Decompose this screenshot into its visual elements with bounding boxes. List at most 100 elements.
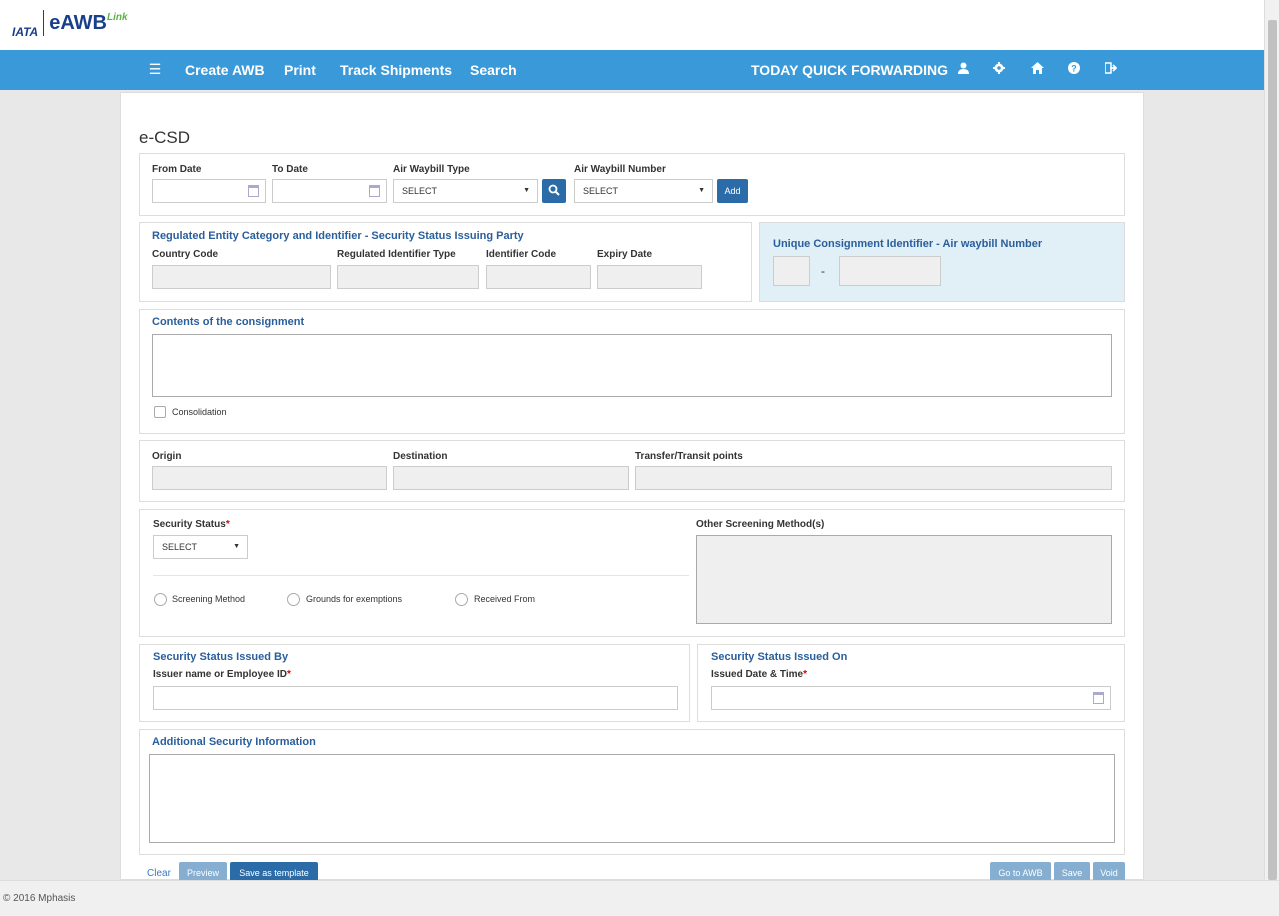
- iata-logo: IATA: [12, 25, 39, 39]
- nav-track-shipments[interactable]: Track Shipments: [340, 62, 452, 78]
- from-date-label: From Date: [152, 164, 202, 175]
- consolidation-label: Consolidation: [172, 407, 227, 417]
- uci-title: Unique Consignment Identifier - Air wayb…: [773, 238, 1043, 250]
- calendar-icon[interactable]: [369, 185, 380, 197]
- country-code-label: Country Code: [152, 249, 219, 260]
- contents-textarea[interactable]: [152, 334, 1112, 397]
- awb-serial-input[interactable]: [839, 256, 941, 286]
- scroll-thumb[interactable]: [1268, 20, 1277, 880]
- issuer-label-text: Issuer name or Employee ID: [153, 669, 287, 680]
- expiry-date-label: Expiry Date: [597, 249, 653, 260]
- issued-on-panel: Security Status Issued On Issued Date & …: [697, 644, 1125, 722]
- issuer-input[interactable]: [153, 686, 678, 710]
- clear-link[interactable]: Clear: [147, 868, 171, 879]
- issued-date-input[interactable]: [711, 686, 1111, 710]
- go-to-awb-button[interactable]: Go to AWB: [990, 862, 1051, 881]
- received-from-label: Received From: [474, 594, 536, 604]
- void-button[interactable]: Void: [1093, 862, 1125, 881]
- identifier-code-input[interactable]: [486, 265, 591, 289]
- uci-panel: Unique Consignment Identifier - Air wayb…: [759, 222, 1125, 302]
- screening-method-radio[interactable]: [154, 593, 167, 606]
- save-as-template-button[interactable]: Save as template: [230, 862, 318, 881]
- copyright-text: © 2016 Mphasis: [3, 893, 76, 904]
- required-marker: *: [803, 669, 807, 680]
- preview-button[interactable]: Preview: [179, 862, 227, 881]
- origin-label: Origin: [152, 451, 182, 462]
- issued-on-title: Security Status Issued On: [711, 651, 848, 663]
- ecsd-form: e-CSD From Date To Date Air Waybill Type…: [120, 92, 1144, 881]
- app-logo[interactable]: IATA eAWB Link: [12, 10, 128, 39]
- help-icon[interactable]: ?: [1067, 62, 1081, 77]
- awb-number-label: Air Waybill Number: [574, 164, 666, 175]
- expiry-date-input[interactable]: [597, 265, 702, 289]
- regulated-id-type-label: Regulated Identifier Type: [337, 249, 456, 260]
- security-status-value: SELECT: [162, 542, 198, 552]
- security-panel: Security Status* SELECT ▼ Screening Metho…: [139, 509, 1125, 637]
- security-status-label: Security Status*: [153, 519, 230, 530]
- identifier-code-label: Identifier Code: [486, 249, 557, 260]
- brand-name-link: Link: [107, 11, 128, 23]
- add-button[interactable]: Add: [717, 179, 748, 203]
- country-code-input[interactable]: [152, 265, 331, 289]
- security-status-select[interactable]: SELECT ▼: [153, 535, 248, 559]
- uci-dash: -: [821, 264, 825, 278]
- awb-prefix-input[interactable]: [773, 256, 810, 286]
- calendar-icon[interactable]: [1093, 692, 1104, 704]
- other-screening-textarea[interactable]: [696, 535, 1112, 624]
- logout-icon[interactable]: [1104, 62, 1118, 77]
- awb-type-label: Air Waybill Type: [393, 164, 470, 175]
- additional-title: Additional Security Information: [152, 736, 316, 748]
- consolidation-checkbox[interactable]: [154, 406, 166, 418]
- route-panel: Origin Destination Transfer/Transit poin…: [139, 440, 1125, 502]
- regulated-id-type-input[interactable]: [337, 265, 479, 289]
- to-date-input[interactable]: [272, 179, 387, 203]
- search-panel: From Date To Date Air Waybill Type SELEC…: [139, 153, 1125, 216]
- vertical-scrollbar[interactable]: [1264, 0, 1279, 880]
- gear-icon[interactable]: [992, 62, 1006, 77]
- svg-text:?: ?: [1071, 64, 1077, 74]
- required-marker: *: [286, 669, 291, 680]
- transit-label: Transfer/Transit points: [635, 451, 743, 462]
- nav-print[interactable]: Print: [284, 62, 316, 78]
- calendar-icon[interactable]: [248, 185, 259, 197]
- screening-method-label: Screening Method: [172, 594, 246, 604]
- additional-textarea[interactable]: [149, 754, 1115, 843]
- destination-input[interactable]: [393, 466, 629, 490]
- regulated-entity-panel: Regulated Entity Category and Identifier…: [139, 222, 752, 302]
- home-icon[interactable]: [1030, 62, 1044, 77]
- awb-number-value: SELECT: [583, 186, 619, 196]
- brand-name: eAWB Link: [49, 11, 127, 35]
- regulated-entity-title: Regulated Entity Category and Identifier…: [152, 230, 524, 242]
- transit-input[interactable]: [635, 466, 1112, 490]
- awb-number-select[interactable]: SELECT ▼: [574, 179, 713, 203]
- to-date-label: To Date: [272, 164, 308, 175]
- save-button[interactable]: Save: [1054, 862, 1090, 881]
- user-icon[interactable]: [956, 62, 970, 77]
- issued-by-panel: Security Status Issued By Issuer name or…: [139, 644, 690, 722]
- destination-label: Destination: [393, 451, 448, 462]
- awb-type-value: SELECT: [402, 186, 438, 196]
- received-from-radio[interactable]: [455, 593, 468, 606]
- security-status-text: Security Status: [153, 519, 226, 530]
- nav-search[interactable]: Search: [470, 62, 517, 78]
- logo-divider: [43, 10, 45, 36]
- grounds-exemptions-radio[interactable]: [287, 593, 300, 606]
- contents-title: Contents of the consignment: [152, 316, 305, 328]
- page-footer: © 2016 Mphasis: [0, 880, 1279, 916]
- hamburger-icon[interactable]: ☰: [148, 61, 162, 78]
- company-name: TODAY QUICK FORWARDING: [751, 62, 949, 78]
- main-navbar: ☰ Create AWB Print Track Shipments Searc…: [0, 50, 1264, 90]
- from-date-input[interactable]: [152, 179, 266, 203]
- grounds-exemptions-label: Grounds for exemptions: [306, 594, 403, 604]
- origin-input[interactable]: [152, 466, 387, 490]
- issued-by-title: Security Status Issued By: [153, 651, 289, 663]
- other-screening-label: Other Screening Method(s): [696, 519, 825, 530]
- additional-panel: Additional Security Information: [139, 729, 1125, 855]
- awb-type-select[interactable]: SELECT ▼: [393, 179, 538, 203]
- nav-create-awb[interactable]: Create AWB: [185, 62, 265, 78]
- chevron-down-icon: ▼: [523, 187, 530, 194]
- search-button[interactable]: [542, 179, 566, 203]
- required-marker: *: [225, 519, 230, 530]
- top-header: IATA eAWB Link: [0, 0, 1279, 50]
- brand-name-e: eAWB: [49, 11, 108, 34]
